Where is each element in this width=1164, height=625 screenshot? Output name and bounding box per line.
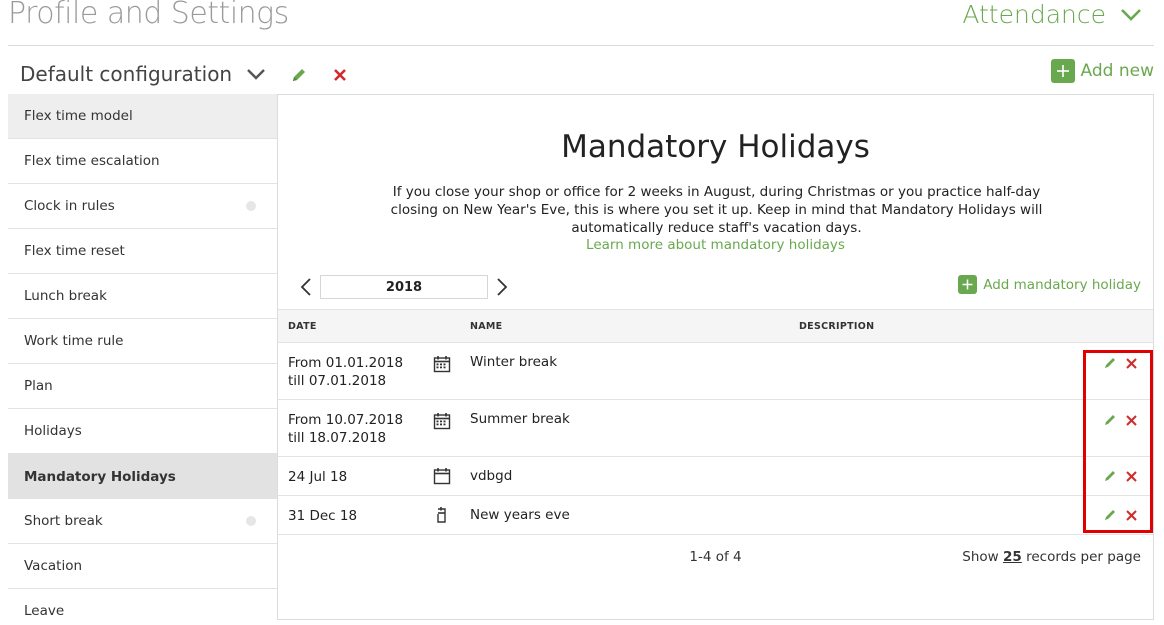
- calendar-icon: [433, 468, 451, 485]
- sidebar-item-label: Work time rule: [24, 333, 124, 349]
- table-row: 24 Jul 18 vdbgd: [278, 457, 1153, 496]
- module-label: Attendance: [962, 0, 1106, 29]
- plus-icon: [1050, 59, 1075, 83]
- edit-pencil-icon[interactable]: [1103, 413, 1117, 427]
- plus-icon: [958, 275, 978, 294]
- row-date: From 01.01.2018 till 07.01.2018: [288, 355, 404, 389]
- delete-close-icon[interactable]: [1125, 509, 1138, 522]
- sidebar-item-label: Clock in rules: [24, 198, 115, 214]
- calendar-range-icon: [433, 413, 451, 430]
- sidebar-item-clock-in-rules[interactable]: Clock in rules: [8, 184, 277, 229]
- delete-configuration-close-icon[interactable]: [332, 67, 348, 83]
- sidebar-item-plan[interactable]: Plan: [8, 364, 277, 409]
- sidebar-item-label: Short break: [24, 513, 103, 529]
- sidebar-item-flex-time-escalation[interactable]: Flex time escalation: [8, 139, 277, 184]
- sidebar-item-lunch-break[interactable]: Lunch break: [8, 274, 277, 319]
- add-mandatory-holiday-label: Add mandatory holiday: [983, 276, 1141, 293]
- per-page-prefix: Show: [962, 549, 999, 565]
- edit-configuration-pencil-icon[interactable]: [290, 66, 308, 84]
- table-row: 31 Dec 18 New years eve: [278, 496, 1153, 535]
- sidebar-item-label: Lunch break: [24, 288, 107, 304]
- delete-close-icon[interactable]: [1125, 470, 1138, 483]
- add-new-button[interactable]: Add new: [1050, 59, 1154, 83]
- calendar-range-icon: [433, 356, 451, 373]
- per-page-select[interactable]: 25: [1003, 549, 1022, 565]
- edit-pencil-icon[interactable]: [1103, 469, 1117, 483]
- table-row: From 01.01.2018 till 07.01.2018 Winter b…: [278, 343, 1153, 400]
- sidebar-item-label: Holidays: [24, 423, 82, 439]
- table-header: DATE NAME DESCRIPTION: [278, 309, 1153, 343]
- sidebar-item-label: Flex time escalation: [24, 153, 160, 169]
- chevron-right-icon[interactable]: [494, 277, 510, 297]
- sidebar-item-vacation[interactable]: Vacation: [8, 544, 277, 589]
- sidebar-item-flex-time-reset[interactable]: Flex time reset: [8, 229, 277, 274]
- row-date: From 10.07.2018 till 18.07.2018: [288, 412, 404, 446]
- status-dot: [246, 516, 256, 526]
- configuration-label: Default configuration: [20, 62, 233, 86]
- row-name: Winter break: [470, 354, 558, 370]
- chevron-down-icon: [1121, 8, 1141, 21]
- column-header-name: NAME: [470, 321, 503, 332]
- sidebar-item-holidays[interactable]: Holidays: [8, 409, 277, 454]
- table-row: From 10.07.2018 till 18.07.2018 Summer b…: [278, 400, 1153, 457]
- sidebar-item-work-time-rule[interactable]: Work time rule: [8, 319, 277, 364]
- edit-pencil-icon[interactable]: [1103, 508, 1117, 522]
- sidebar-item-flex-time-model[interactable]: Flex time model: [8, 94, 277, 139]
- section-description: If you close your shop or office for 2 w…: [390, 184, 1043, 236]
- column-header-description: DESCRIPTION: [799, 321, 875, 332]
- column-header-date: DATE: [288, 321, 317, 332]
- half-day-icon: [437, 507, 446, 523]
- edit-pencil-icon[interactable]: [1103, 356, 1117, 370]
- delete-close-icon[interactable]: [1125, 357, 1138, 370]
- mandatory-holidays-panel: Mandatory Holidays If you close your sho…: [277, 94, 1154, 620]
- row-name: Summer break: [470, 411, 570, 427]
- records-per-page: Show 25 records per page: [962, 549, 1141, 565]
- add-new-label: Add new: [1080, 61, 1154, 81]
- row-date: 24 Jul 18: [288, 469, 348, 485]
- year-input[interactable]: [320, 275, 488, 299]
- sidebar-item-label: Mandatory Holidays: [24, 468, 176, 485]
- row-name: New years eve: [470, 507, 570, 523]
- delete-close-icon[interactable]: [1125, 414, 1138, 427]
- sidebar-item-label: Leave: [24, 603, 65, 619]
- per-page-suffix: records per page: [1026, 549, 1141, 565]
- module-dropdown[interactable]: Attendance: [962, 0, 1142, 29]
- configuration-dropdown[interactable]: Default configuration: [20, 62, 266, 86]
- sidebar-item-label: Vacation: [24, 558, 83, 574]
- sidebar-item-leave[interactable]: Leave: [8, 589, 277, 625]
- sidebar-item-mandatory-holidays[interactable]: Mandatory Holidays: [8, 454, 277, 499]
- row-date: 31 Dec 18: [288, 508, 358, 524]
- sidebar-item-label: Plan: [24, 378, 53, 394]
- status-dot: [246, 201, 256, 211]
- sidebar-item-short-break[interactable]: Short break: [8, 499, 277, 544]
- section-title: Mandatory Holidays: [561, 129, 870, 165]
- chevron-left-icon[interactable]: [298, 277, 314, 297]
- page-title: Profile and Settings: [8, 0, 289, 31]
- settings-sidebar: Flex time model Flex time escalation Clo…: [8, 94, 277, 625]
- header-divider: [8, 45, 1154, 46]
- row-name: vdbgd: [470, 468, 513, 484]
- sidebar-item-label: Flex time reset: [24, 243, 125, 259]
- chevron-down-icon: [247, 68, 265, 80]
- learn-more-link[interactable]: Learn more about mandatory holidays: [278, 237, 1153, 253]
- add-mandatory-holiday-button[interactable]: Add mandatory holiday: [958, 275, 1141, 294]
- sidebar-item-label: Flex time model: [24, 108, 133, 124]
